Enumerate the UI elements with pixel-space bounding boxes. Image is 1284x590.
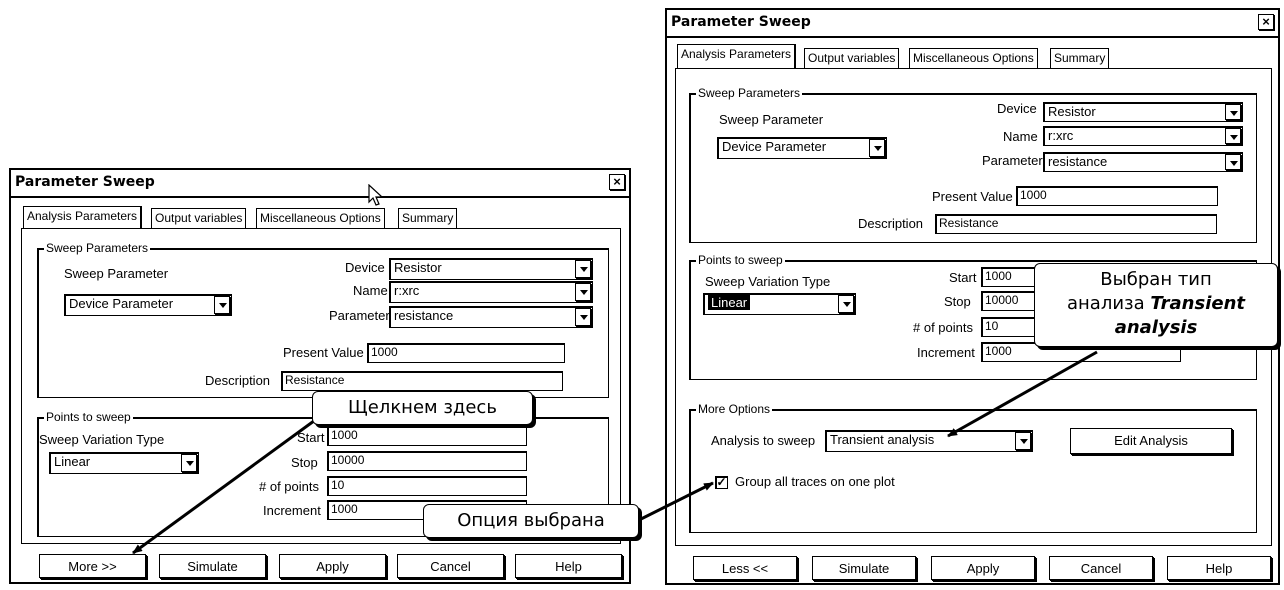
callout-transient: Выбран тип анализа Transient analysis	[1034, 263, 1278, 347]
callout-click-here-text: Щелкнем здесь	[348, 397, 497, 418]
arrow-option-selected	[638, 481, 714, 522]
callout-transient-line3: analysis	[1035, 316, 1277, 340]
callout-transient-prefix: анализа	[1066, 293, 1151, 314]
callout-option-selected: Опция выбрана	[423, 504, 639, 538]
callout-transient-bold: Transient	[1150, 293, 1245, 314]
callout-transient-line1: Выбран тип	[1100, 269, 1212, 290]
arrow-transient	[947, 350, 1098, 438]
callout-transient-bold2: analysis	[1114, 317, 1198, 338]
callout-transient-line2: анализа Transient	[1035, 292, 1277, 316]
arrow-click-here	[132, 416, 319, 555]
callout-click-here: Щелкнем здесь	[312, 391, 533, 425]
callout-option-selected-text: Опция выбрана	[457, 510, 605, 531]
